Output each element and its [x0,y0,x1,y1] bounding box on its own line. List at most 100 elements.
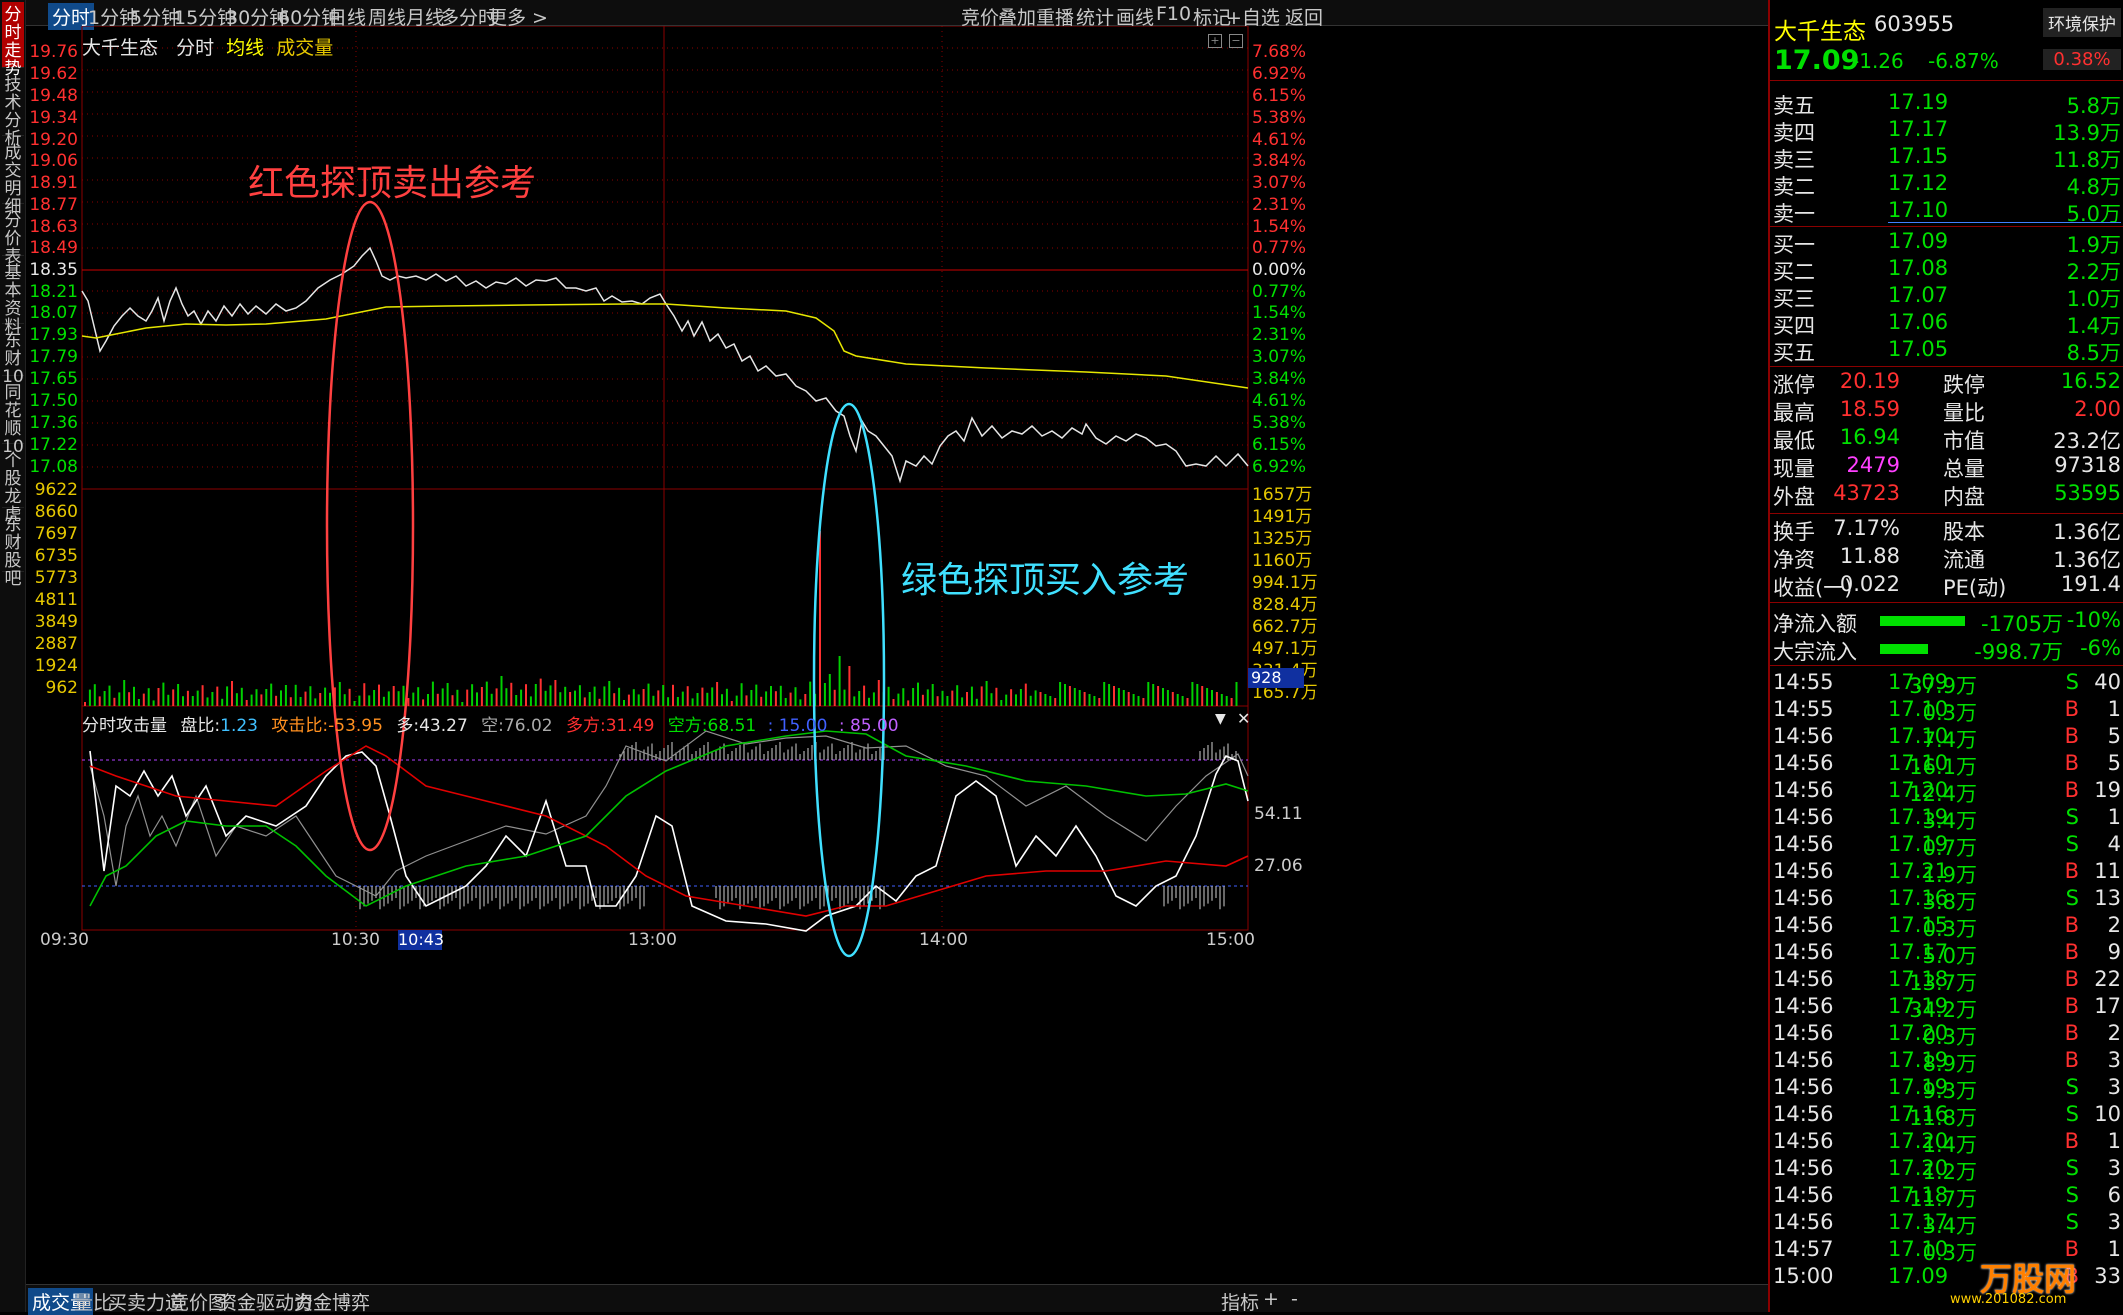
bottom-right-btn-2[interactable]: - [1291,1288,1298,1310]
trade-vol: 34.2万 [1909,998,1977,1022]
ask-price: 17.12 [1888,171,1949,195]
pct-axis-label: 3.07% [1252,173,1307,193]
bottom-tab-5[interactable]: 资金博弈 [294,1288,370,1315]
df-label: 多方: [565,716,606,736]
volume-axis-label: 962 [45,678,78,698]
stat-value: 191.4 [2060,572,2121,596]
volume-axis-label: 5773 [34,568,78,588]
ask-label: 卖五 [1773,94,1815,118]
flow-value: -1705万 [1980,612,2063,636]
price-axis-label: 19.06 [29,151,78,171]
trade-count: 5 [2107,724,2121,748]
gj-value: -53.95 [328,716,383,736]
line2-value: : 85.00 [838,716,899,736]
chart-canvas[interactable] [26,26,1768,1286]
bid-vol: 1.0万 [2066,287,2121,311]
dropdown-icon[interactable]: ▼ [1215,711,1226,727]
close-icon[interactable]: ✕ [1237,709,1250,728]
trade-side: B [2064,697,2079,721]
trade-row: 14:56 17.16 3.8万 S 13 [1770,886,2123,914]
trade-row: 14:56 17.20 1.4万 B 1 [1770,1129,2123,1157]
bid-price: 17.05 [1888,337,1949,361]
toolbar-btn-5[interactable]: F10 [1156,3,1191,25]
trade-vol: 8.9万 [1922,1052,1977,1076]
price-axis-label: 17.50 [29,391,78,411]
ask-vol: 4.8万 [2066,175,2121,199]
volume-axis-label: 4811 [34,590,78,610]
trade-vol: 11.7万 [1909,1187,1977,1211]
stat-value: 16.52 [2060,369,2121,393]
trade-row: 14:56 17.16 11.8万 S 10 [1770,1102,2123,1130]
intraday-chart[interactable]: 大千生态 分时 均线 成交量 + − 19.76 7.68% 19.62 6.92% 1… [26,26,1768,1286]
pb-value: 1.23 [220,716,258,736]
bottom-right-btn-1[interactable]: + [1263,1288,1279,1310]
collapse-icon[interactable]: − [1229,34,1243,48]
trade-row: 14:56 17.10 16.1万 B 5 [1770,751,2123,779]
trade-row: 14:56 17.17 3.4万 S 3 [1770,1210,2123,1238]
trade-row: 14:56 17.19 34.2万 B 17 [1770,994,2123,1022]
flow-row: 净流入额 -1705万 -10% [1770,608,2123,636]
trade-side: B [2064,994,2079,1018]
trade-row: 14:56 17.10 7.4万 B 5 [1770,724,2123,752]
trade-side: B [2064,1048,2079,1072]
bid-row: 买二 17.08 2.2万 [1770,256,2123,284]
trade-vol: 11.8万 [1909,1106,1977,1130]
expand-icon[interactable]: + [1208,34,1222,48]
bottom-right-btn-0[interactable]: 指标 [1221,1288,1259,1315]
trade-count: 40 [2094,670,2121,694]
trade-price: 17.09 [1888,1264,1949,1288]
flow-label: 净流入额 [1773,612,1857,636]
ask-price: 17.10 [1888,198,1949,222]
ind-axis-label-1: 54.11 [1254,804,1303,824]
bid-vol: 1.4万 [2066,314,2121,338]
price-axis-label: 17.36 [29,413,78,433]
trade-row: 14:56 17.21 1.9万 B 11 [1770,859,2123,887]
trade-vol: 0.3万 [1922,917,1977,941]
stat-label: 涨停 [1773,373,1815,397]
stats-row: 最低 16.94 市值 23.2亿 [1770,425,2123,453]
price-change: -1.26 [1852,49,1904,73]
price-axis-label: 19.76 [29,42,78,62]
price-axis-label: 18.07 [29,303,78,323]
trade-vol: 5.0万 [1922,944,1977,968]
trade-vol: 0.3万 [1922,1241,1977,1265]
duo-label: 多: [396,716,420,736]
trade-vol: 0.3万 [1922,1025,1977,1049]
ask-vol: 5.8万 [2066,94,2121,118]
ask-label: 卖四 [1773,121,1815,145]
trade-count: 22 [2094,967,2121,991]
volume-axis-label: 6735 [34,546,78,566]
sector-tag-pct: 0.38% [2043,49,2121,70]
trade-time: 14:57 [1773,1237,1834,1261]
bid-row: 买五 17.05 8.5万 [1770,337,2123,365]
pb-label: 盘比: [180,716,221,736]
bid-price: 17.08 [1888,256,1949,280]
stat-value: 20.19 [1839,369,1900,393]
trade-side: B [2064,940,2079,964]
trade-row: 14:56 17.19 8.9万 B 3 [1770,1048,2123,1076]
trade-side: B [2064,859,2079,883]
trade-count: 3 [2107,1048,2121,1072]
stat-label: 跌停 [1943,373,1985,397]
pct-axis-label: 0.00% [1252,260,1307,280]
flow-value: -998.7万 [1974,640,2063,664]
pct-axis-label: 3.07% [1252,347,1307,367]
bottom-tab-1[interactable]: 量比 [74,1288,112,1315]
price-axis-label: 17.22 [29,435,78,455]
bid-price: 17.07 [1888,283,1949,307]
trade-count: 3 [2107,1210,2121,1234]
trade-count: 1 [2107,1129,2121,1153]
separator [1770,602,2123,603]
bid-label: 买四 [1773,314,1815,338]
chart-header: 大千生态 分时 均线 成交量 [82,33,333,60]
trade-count: 11 [2094,859,2121,883]
price-line [81,246,1249,484]
stat-value: 43723 [1833,481,1900,505]
price-axis-label: 17.79 [29,347,78,367]
pct-axis-label: 0.77% [1252,238,1307,258]
price-axis-label: 18.91 [29,173,78,193]
ind-axis-label-2: 27.06 [1254,856,1303,876]
pct-axis-label: 2.31% [1252,195,1307,215]
trade-vol: 3.4万 [1922,1214,1977,1238]
trade-row: 14:56 17.19 3.4万 S 1 [1770,805,2123,833]
